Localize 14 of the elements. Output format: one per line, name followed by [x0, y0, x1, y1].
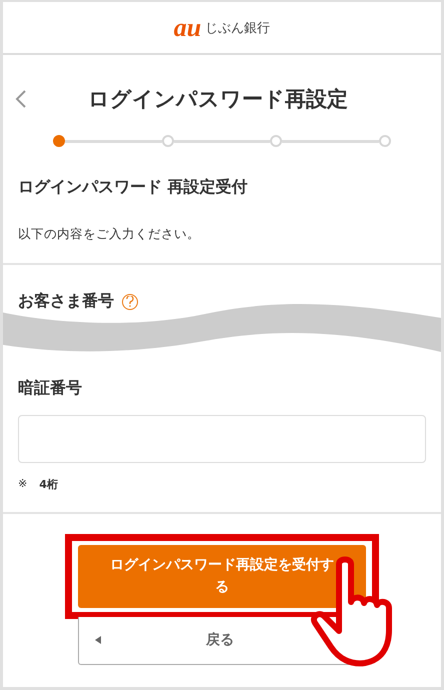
field-label: 暗証番号 — [18, 378, 82, 399]
note-mark: ※ — [18, 477, 28, 492]
help-icon[interactable] — [122, 294, 138, 310]
field-label: お客さま番号 — [18, 291, 114, 312]
instruction-text: 以下の内容をご入力ください。 — [18, 226, 201, 243]
note-text: 4桁 — [39, 477, 58, 492]
section-title: ログインパスワード 再設定受付 — [18, 177, 249, 198]
logo-mark: au — [174, 14, 202, 40]
submit-button[interactable]: ログインパスワード再設定を受付する — [78, 545, 366, 608]
logo-text: じぶん銀行 — [205, 20, 270, 36]
back-chevron-icon[interactable] — [15, 89, 27, 109]
left-triangle-icon — [95, 636, 101, 644]
pin-input-field[interactable] — [18, 415, 426, 463]
page-title: ログインパスワード再設定 — [87, 86, 349, 113]
